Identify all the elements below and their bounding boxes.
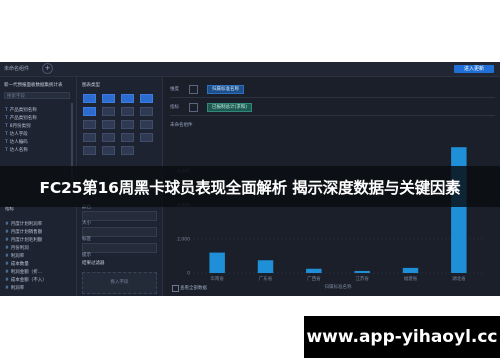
- label-setting-label[interactable]: 标签: [82, 236, 91, 242]
- chart-type-radar-icon[interactable]: [102, 133, 115, 142]
- number-field-icon: #: [5, 222, 9, 227]
- bar[interactable]: [306, 268, 322, 273]
- size-drop-zone[interactable]: [82, 227, 157, 237]
- chart-type-area-icon[interactable]: [83, 120, 96, 129]
- bar[interactable]: [354, 270, 370, 273]
- number-field-icon: #: [5, 278, 9, 283]
- chart-type-stacked-bar-icon[interactable]: [102, 107, 115, 116]
- dimension-field[interactable]: T 产品类别名称: [5, 107, 37, 113]
- x-tick-label: 华南省: [210, 275, 224, 282]
- y-tick-label: 2,000: [177, 237, 190, 243]
- text-field-icon: T: [5, 132, 8, 137]
- show-all-checkbox[interactable]: [172, 285, 179, 292]
- show-all-label: 查看全部数据: [180, 286, 207, 291]
- chart-type-bar-icon[interactable]: [83, 107, 96, 116]
- headline-text: FC25第16周黑卡球员表现全面解析 揭示深度数据与关键因素: [39, 179, 461, 197]
- x-tick-label: 广东省: [259, 275, 273, 282]
- chart-type-scatter-icon[interactable]: [83, 133, 96, 142]
- number-field-icon: #: [5, 246, 9, 251]
- x-tick-label: 福建省: [404, 275, 418, 282]
- filter-drop-zone[interactable]: 拖入字段: [82, 272, 157, 294]
- measure-field[interactable]: # 成本数量: [5, 261, 29, 267]
- x-axis-title: 归属标准名称: [325, 283, 352, 290]
- dimension-field[interactable]: T 达人字段: [5, 131, 28, 137]
- text-field-icon: T: [5, 140, 8, 145]
- dataset-title[interactable]: 新一代预报面板数据集统计表: [4, 82, 63, 88]
- text-field-icon: T: [5, 108, 8, 113]
- chart-type-treemap-icon[interactable]: [140, 133, 153, 142]
- y-tick-label: 0: [187, 271, 190, 277]
- chart-type-sankey-icon[interactable]: [121, 146, 134, 155]
- chart-type-map-icon[interactable]: [140, 120, 153, 129]
- measure-field[interactable]: # 月度计划利润率: [5, 221, 42, 227]
- label-drop-zone[interactable]: [82, 243, 157, 253]
- number-field-icon: #: [5, 262, 9, 267]
- measure-field[interactable]: # 月度计划毛利额: [5, 237, 42, 243]
- chart-type-card-icon[interactable]: [140, 94, 153, 103]
- chart-type-hbar-icon[interactable]: [121, 107, 134, 116]
- number-field-icon: #: [5, 238, 9, 243]
- number-field-icon: #: [5, 230, 9, 235]
- measure-field[interactable]: # 月份利润: [5, 245, 29, 251]
- tooltip-setting-label[interactable]: 提示: [82, 252, 91, 258]
- measure-field[interactable]: # 月度计划销售额: [5, 229, 42, 235]
- chart-type-title: 图表类型: [82, 83, 100, 88]
- measure-field[interactable]: # 成本金额（不入）: [5, 277, 47, 283]
- chart-type-funnel-icon[interactable]: [121, 120, 134, 129]
- text-field-icon: T: [5, 124, 8, 129]
- x-tick-label: 广西省: [307, 275, 321, 282]
- chart-type-wordcloud-icon[interactable]: [102, 146, 115, 155]
- dimension-field[interactable]: T 达人名称: [5, 147, 28, 153]
- chart-type-cross-table-icon[interactable]: [102, 94, 115, 103]
- bar[interactable]: [257, 260, 274, 273]
- chart-type-line-icon[interactable]: [140, 107, 153, 116]
- bar[interactable]: [402, 267, 419, 273]
- component-tab[interactable]: 未命名组件: [4, 65, 29, 72]
- chart-type-heatmap-icon[interactable]: [83, 146, 96, 155]
- text-field-icon: T: [5, 148, 8, 153]
- number-field-icon: #: [5, 254, 9, 259]
- field-search-input[interactable]: 搜索字段: [4, 92, 70, 99]
- bar[interactable]: [209, 252, 225, 273]
- color-drop-zone[interactable]: [82, 211, 157, 221]
- chart-type-kpi-icon[interactable]: [121, 94, 134, 103]
- dimension-field[interactable]: T 达人编码: [5, 139, 28, 145]
- number-field-icon: #: [5, 270, 9, 275]
- top-toolbar: 未命名组件 + 进入更新: [0, 62, 500, 77]
- watermark-url: www.app-yihaoyl.cc: [304, 316, 500, 358]
- measure-field[interactable]: # 利润率: [5, 253, 24, 259]
- chart-type-table-icon[interactable]: [83, 94, 96, 103]
- dimension-field[interactable]: T 8月份类别: [5, 123, 31, 129]
- add-tab-icon[interactable]: +: [42, 63, 53, 74]
- x-tick-label: 江苏省: [355, 275, 369, 282]
- measure-field[interactable]: # 利润率: [5, 285, 24, 291]
- number-field-icon: #: [5, 286, 9, 291]
- chart-type-pie-icon[interactable]: [102, 120, 115, 129]
- size-setting-label[interactable]: 大小: [82, 220, 91, 226]
- update-button[interactable]: 进入更新: [454, 65, 494, 73]
- measure-field[interactable]: # 利润金额（折...: [5, 269, 42, 275]
- chart-type-gauge-icon[interactable]: [121, 133, 134, 142]
- x-tick-label: 湖北省: [452, 275, 466, 282]
- dimension-field[interactable]: T 产品类别名称: [5, 115, 37, 121]
- text-field-icon: T: [5, 116, 8, 121]
- result-filter-title: 结果过滤器: [82, 261, 105, 266]
